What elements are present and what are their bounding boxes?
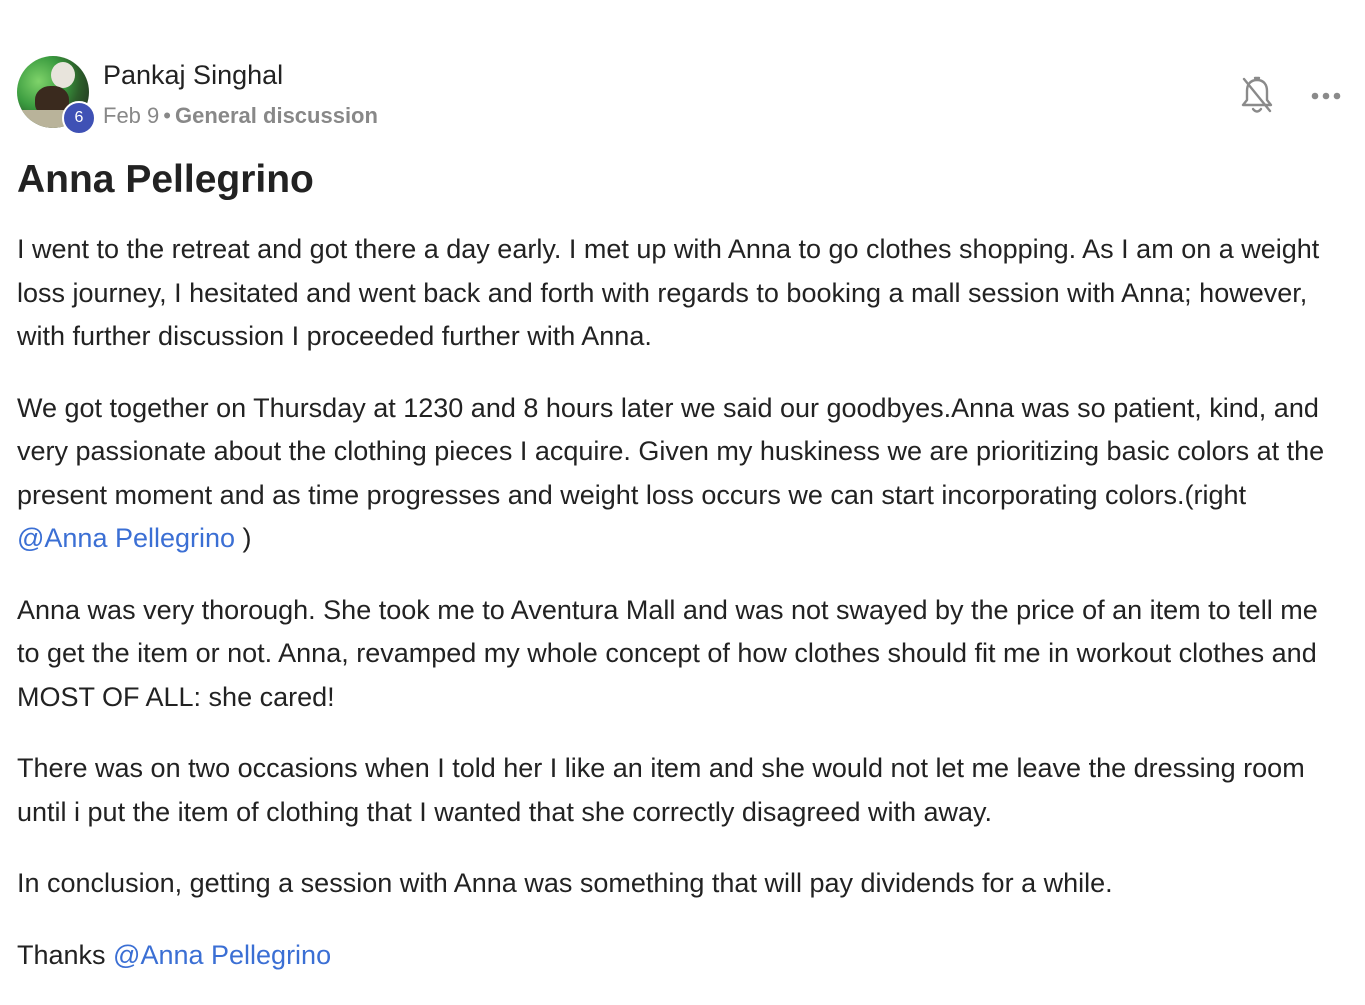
post-body: I went to the retreat and got there a da… <box>17 228 1337 1005</box>
mention-link[interactable]: @Anna Pellegrino <box>113 940 331 970</box>
post-category[interactable]: General discussion <box>175 103 378 128</box>
more-options-button[interactable] <box>1307 84 1347 108</box>
author-name[interactable]: Pankaj Singhal <box>103 60 283 91</box>
paragraph-4: There was on two occasions when I told h… <box>17 753 1305 827</box>
paragraph-3: Anna was very thorough. She took me to A… <box>17 594 1318 712</box>
paragraph-2: We got together on Thursday at 1230 and … <box>17 387 1337 561</box>
paragraph-1: I went to the retreat and got there a da… <box>17 234 1320 351</box>
paragraph-2-text: We got together on Thursday at 1230 and … <box>17 392 1325 510</box>
meta-separator: • <box>163 103 171 128</box>
mention-link[interactable]: @Anna Pellegrino <box>17 523 235 553</box>
notification-toggle-button[interactable] <box>1237 74 1277 118</box>
author-avatar[interactable]: 6 <box>17 56 96 135</box>
paragraph-5: In conclusion, getting a session with An… <box>17 868 1113 898</box>
post-title: Anna Pellegrino <box>17 158 314 201</box>
avatar-face <box>51 62 75 88</box>
more-horizontal-icon <box>1311 92 1341 100</box>
post-actions <box>1197 74 1341 118</box>
level-badge: 6 <box>62 101 96 135</box>
post-header: 6 Pankaj Singhal Feb 9 • General discussio… <box>17 56 1341 135</box>
post-date[interactable]: Feb 9 <box>103 103 159 128</box>
thanks-text: Thanks <box>17 939 114 970</box>
paragraph-2-text-end: ) <box>235 523 252 553</box>
bell-off-icon <box>1241 76 1273 113</box>
paragraph-6: Thanks @Anna Pellegrino <box>17 934 1337 978</box>
post-meta: Feb 9 • General discussion <box>103 103 378 129</box>
